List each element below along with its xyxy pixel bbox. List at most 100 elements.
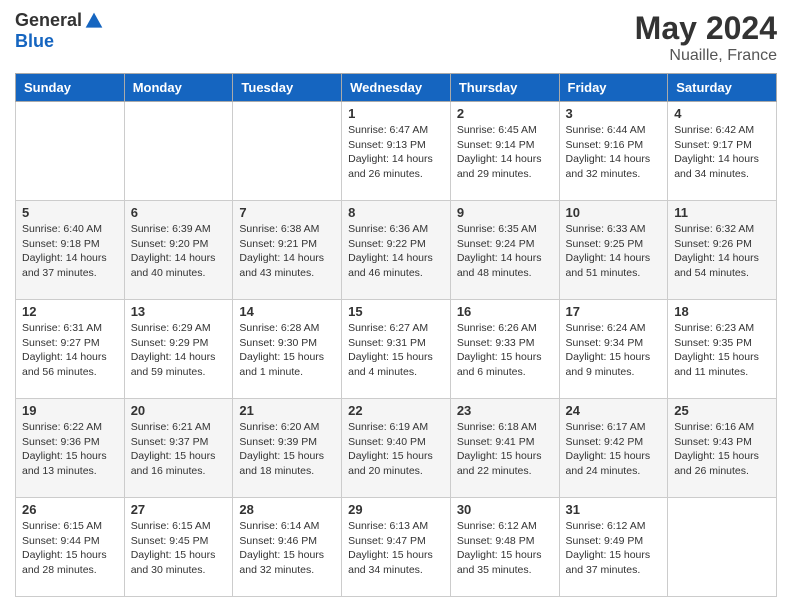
day-number: 14 (239, 304, 335, 319)
table-row: 29 Sunrise: 6:13 AMSunset: 9:47 PMDayligh… (342, 498, 451, 597)
table-row: 20 Sunrise: 6:21 AMSunset: 9:37 PMDayligh… (124, 399, 233, 498)
day-info: Sunrise: 6:29 AMSunset: 9:29 PMDaylight:… (131, 321, 227, 380)
table-row: 13 Sunrise: 6:29 AMSunset: 9:29 PMDayligh… (124, 300, 233, 399)
day-info: Sunrise: 6:39 AMSunset: 9:20 PMDaylight:… (131, 222, 227, 281)
table-row: 18 Sunrise: 6:23 AMSunset: 9:35 PMDayligh… (668, 300, 777, 399)
subtitle: Nuaille, France (635, 47, 777, 65)
day-info: Sunrise: 6:31 AMSunset: 9:27 PMDaylight:… (22, 321, 118, 380)
table-row: 24 Sunrise: 6:17 AMSunset: 9:42 PMDayligh… (559, 399, 668, 498)
day-info: Sunrise: 6:15 AMSunset: 9:44 PMDaylight:… (22, 519, 118, 578)
day-info: Sunrise: 6:40 AMSunset: 9:18 PMDaylight:… (22, 222, 118, 281)
table-row: 2 Sunrise: 6:45 AMSunset: 9:14 PMDaylight… (450, 102, 559, 201)
day-info: Sunrise: 6:38 AMSunset: 9:21 PMDaylight:… (239, 222, 335, 281)
day-number: 20 (131, 403, 227, 418)
day-number: 31 (566, 502, 662, 517)
calendar-week-row: 19 Sunrise: 6:22 AMSunset: 9:36 PMDayligh… (16, 399, 777, 498)
calendar-week-row: 1 Sunrise: 6:47 AMSunset: 9:13 PMDaylight… (16, 102, 777, 201)
day-info: Sunrise: 6:20 AMSunset: 9:39 PMDaylight:… (239, 420, 335, 479)
day-number: 18 (674, 304, 770, 319)
table-row: 11Sunrise: 6:32 AMSunset: 9:26 PMDayligh… (668, 201, 777, 300)
day-number: 2 (457, 106, 553, 121)
day-info: Sunrise: 6:44 AMSunset: 9:16 PMDaylight:… (566, 123, 662, 182)
table-row: 16 Sunrise: 6:26 AMSunset: 9:33 PMDayligh… (450, 300, 559, 399)
day-number: 21 (239, 403, 335, 418)
col-saturday: Saturday (668, 74, 777, 102)
day-info: Sunrise: 6:27 AMSunset: 9:31 PMDaylight:… (348, 321, 444, 380)
day-number: 7 (239, 205, 335, 220)
col-tuesday: Tuesday (233, 74, 342, 102)
day-number: 15 (348, 304, 444, 319)
day-number: 24 (566, 403, 662, 418)
col-sunday: Sunday (16, 74, 125, 102)
day-number: 12 (22, 304, 118, 319)
day-number: 3 (566, 106, 662, 121)
calendar-week-row: 26 Sunrise: 6:15 AMSunset: 9:44 PMDayligh… (16, 498, 777, 597)
day-number: 22 (348, 403, 444, 418)
header: General Blue May 2024 Nuaille, France (15, 10, 777, 65)
table-row: 14Sunrise: 6:28 AMSunset: 9:30 PMDayligh… (233, 300, 342, 399)
day-info: Sunrise: 6:13 AMSunset: 9:47 PMDaylight:… (348, 519, 444, 578)
logo-general-text: General (15, 10, 82, 31)
day-info: Sunrise: 6:15 AMSunset: 9:45 PMDaylight:… (131, 519, 227, 578)
day-number: 17 (566, 304, 662, 319)
logo-icon (84, 11, 104, 31)
day-info: Sunrise: 6:24 AMSunset: 9:34 PMDaylight:… (566, 321, 662, 380)
table-row: 6Sunrise: 6:39 AMSunset: 9:20 PMDaylight… (124, 201, 233, 300)
table-row: 27Sunrise: 6:15 AMSunset: 9:45 PMDayligh… (124, 498, 233, 597)
logo: General Blue (15, 10, 104, 52)
col-wednesday: Wednesday (342, 74, 451, 102)
title-block: May 2024 Nuaille, France (635, 10, 777, 65)
logo-blue-text: Blue (15, 31, 54, 51)
table-row: 31 Sunrise: 6:12 AMSunset: 9:49 PMDayligh… (559, 498, 668, 597)
table-row: 22 Sunrise: 6:19 AMSunset: 9:40 PMDayligh… (342, 399, 451, 498)
day-number: 28 (239, 502, 335, 517)
calendar-week-row: 5 Sunrise: 6:40 AMSunset: 9:18 PMDaylight… (16, 201, 777, 300)
day-info: Sunrise: 6:19 AMSunset: 9:40 PMDaylight:… (348, 420, 444, 479)
day-info: Sunrise: 6:21 AMSunset: 9:37 PMDaylight:… (131, 420, 227, 479)
table-row (233, 102, 342, 201)
logo-text: General (15, 10, 104, 31)
table-row: 30Sunrise: 6:12 AMSunset: 9:48 PMDayligh… (450, 498, 559, 597)
day-number: 4 (674, 106, 770, 121)
table-row: 1 Sunrise: 6:47 AMSunset: 9:13 PMDaylight… (342, 102, 451, 201)
day-number: 29 (348, 502, 444, 517)
day-info: Sunrise: 6:12 AMSunset: 9:48 PMDaylight:… (457, 519, 553, 578)
table-row: 12 Sunrise: 6:31 AMSunset: 9:27 PMDayligh… (16, 300, 125, 399)
day-info: Sunrise: 6:14 AMSunset: 9:46 PMDaylight:… (239, 519, 335, 578)
table-row (124, 102, 233, 201)
table-row: 15 Sunrise: 6:27 AMSunset: 9:31 PMDayligh… (342, 300, 451, 399)
day-number: 16 (457, 304, 553, 319)
table-row: 4 Sunrise: 6:42 AMSunset: 9:17 PMDaylight… (668, 102, 777, 201)
day-info: Sunrise: 6:47 AMSunset: 9:13 PMDaylight:… (348, 123, 444, 182)
table-row: 26 Sunrise: 6:15 AMSunset: 9:44 PMDayligh… (16, 498, 125, 597)
day-number: 13 (131, 304, 227, 319)
table-row: 5 Sunrise: 6:40 AMSunset: 9:18 PMDaylight… (16, 201, 125, 300)
table-row: 3 Sunrise: 6:44 AMSunset: 9:16 PMDaylight… (559, 102, 668, 201)
calendar: Sunday Monday Tuesday Wednesday Thursday… (15, 73, 777, 597)
table-row: 19 Sunrise: 6:22 AMSunset: 9:36 PMDayligh… (16, 399, 125, 498)
table-row: 23Sunrise: 6:18 AMSunset: 9:41 PMDayligh… (450, 399, 559, 498)
calendar-header-row: Sunday Monday Tuesday Wednesday Thursday… (16, 74, 777, 102)
day-number: 19 (22, 403, 118, 418)
day-info: Sunrise: 6:22 AMSunset: 9:36 PMDaylight:… (22, 420, 118, 479)
day-number: 11 (674, 205, 770, 220)
col-thursday: Thursday (450, 74, 559, 102)
day-number: 26 (22, 502, 118, 517)
table-row: 10Sunrise: 6:33 AMSunset: 9:25 PMDayligh… (559, 201, 668, 300)
table-row: 9Sunrise: 6:35 AMSunset: 9:24 PMDaylight… (450, 201, 559, 300)
calendar-week-row: 12 Sunrise: 6:31 AMSunset: 9:27 PMDayligh… (16, 300, 777, 399)
table-row: 21 Sunrise: 6:20 AMSunset: 9:39 PMDayligh… (233, 399, 342, 498)
day-info: Sunrise: 6:16 AMSunset: 9:43 PMDaylight:… (674, 420, 770, 479)
day-info: Sunrise: 6:23 AMSunset: 9:35 PMDaylight:… (674, 321, 770, 380)
day-number: 5 (22, 205, 118, 220)
day-number: 1 (348, 106, 444, 121)
day-info: Sunrise: 6:26 AMSunset: 9:33 PMDaylight:… (457, 321, 553, 380)
day-info: Sunrise: 6:18 AMSunset: 9:41 PMDaylight:… (457, 420, 553, 479)
day-info: Sunrise: 6:36 AMSunset: 9:22 PMDaylight:… (348, 222, 444, 281)
col-monday: Monday (124, 74, 233, 102)
day-info: Sunrise: 6:12 AMSunset: 9:49 PMDaylight:… (566, 519, 662, 578)
table-row: 8Sunrise: 6:36 AMSunset: 9:22 PMDaylight… (342, 201, 451, 300)
day-info: Sunrise: 6:42 AMSunset: 9:17 PMDaylight:… (674, 123, 770, 182)
day-info: Sunrise: 6:45 AMSunset: 9:14 PMDaylight:… (457, 123, 553, 182)
day-info: Sunrise: 6:17 AMSunset: 9:42 PMDaylight:… (566, 420, 662, 479)
